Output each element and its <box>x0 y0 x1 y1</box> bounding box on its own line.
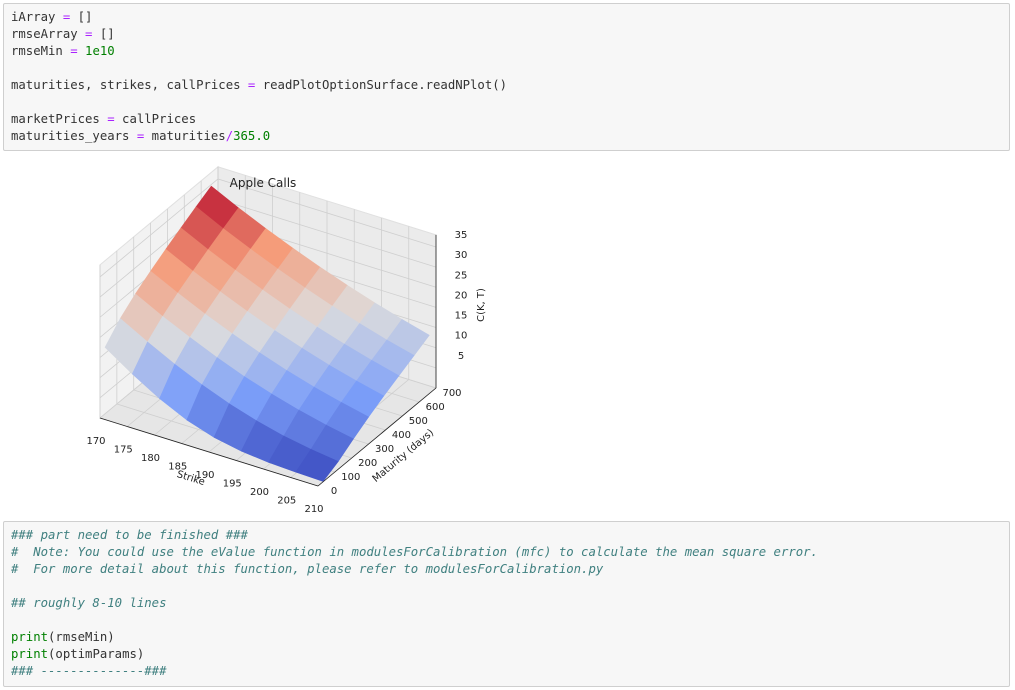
strike-tick-label: 205 <box>277 496 296 507</box>
code-token: print <box>11 647 49 661</box>
strike-tick-label: 200 <box>250 487 269 498</box>
code-line: # Note: You could use the eValue functio… <box>11 544 818 561</box>
code-editor[interactable]: ### part need to be finished ### # Note: … <box>11 527 818 680</box>
code-line: ### --------------### <box>11 663 818 680</box>
code-line: print(optimParams) <box>11 646 818 663</box>
strike-tick-label: 195 <box>223 479 242 490</box>
z-axis-label: C(K, T) <box>476 288 487 322</box>
z-tick-label: 15 <box>455 311 468 322</box>
code-line: # For more detail about this function, p… <box>11 561 818 578</box>
code-comment: # Note: You could use the eValue functio… <box>11 545 818 559</box>
code-line: ## roughly 8-10 lines <box>11 595 818 612</box>
code-comment: ### part need to be finished ### <box>11 528 248 542</box>
z-tick-label: 25 <box>455 270 468 281</box>
code-comment: ### --------------### <box>11 664 167 678</box>
code-comment: # For more detail about this function, p… <box>11 562 604 576</box>
maturity-tick-label: 500 <box>409 416 428 427</box>
z-tick-label: 20 <box>455 290 468 301</box>
z-tick-label: 10 <box>455 331 468 342</box>
code-token: (rmseMin) <box>48 630 115 644</box>
apple-calls-surface-plot: 1701751801851901952002052100100200300400… <box>86 165 487 515</box>
code-token: print <box>11 630 49 644</box>
strike-tick-label: 175 <box>114 445 133 456</box>
maturity-tick-label: 400 <box>392 430 411 441</box>
strike-tick-label: 210 <box>304 504 323 515</box>
code-cell-calibration[interactable]: ### part need to be finished ### # Note: … <box>3 521 1010 687</box>
code-line: ### part need to be finished ### <box>11 527 818 544</box>
strike-tick-label: 180 <box>141 453 160 464</box>
maturity-tick-label: 0 <box>331 486 337 497</box>
maturity-tick-label: 300 <box>375 444 394 455</box>
maturity-tick-label: 100 <box>341 472 360 483</box>
z-tick-label: 30 <box>455 250 468 261</box>
maturity-tick-label: 200 <box>358 458 377 469</box>
strike-tick-label: 170 <box>86 436 105 447</box>
code-comment: ## roughly 8-10 lines <box>11 596 167 610</box>
maturity-tick-label: 700 <box>442 388 461 399</box>
z-tick-label: 5 <box>458 351 464 362</box>
chart-title: Apple Calls <box>230 176 297 190</box>
z-tick-label: 35 <box>455 230 468 241</box>
code-token: (optimParams) <box>48 647 145 661</box>
code-line: print(rmseMin) <box>11 629 818 646</box>
maturity-tick-label: 600 <box>426 402 445 413</box>
